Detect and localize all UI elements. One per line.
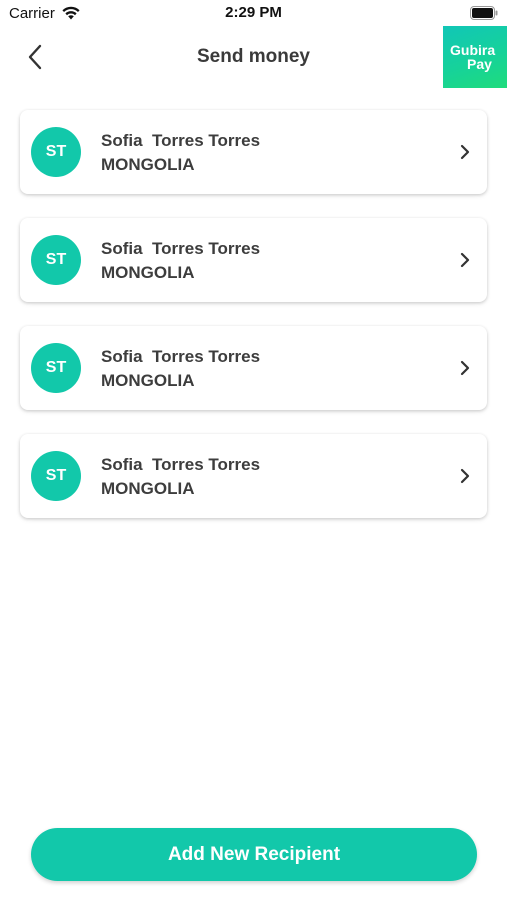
status-time: 2:29 PM xyxy=(225,4,282,21)
recipient-country: MONGOLIA xyxy=(101,371,195,390)
battery-icon xyxy=(470,6,498,20)
chevron-right-icon xyxy=(460,144,470,160)
chevron-right-icon xyxy=(460,468,470,484)
header: Send money Gubira Pay xyxy=(0,26,507,90)
avatar: ST xyxy=(31,127,81,177)
add-new-recipient-button[interactable]: Add New Recipient xyxy=(31,828,477,881)
recipient-name: Sofia Torres Torres xyxy=(101,347,261,366)
chevron-right-icon xyxy=(460,252,470,268)
recipient-list: ST Sofia Torres Torres MONGOLIA ST Sofia… xyxy=(20,110,487,542)
brand-logo-line1: Gubira xyxy=(450,42,496,58)
avatar: ST xyxy=(31,343,81,393)
chevron-right-icon xyxy=(460,360,470,376)
brand-logo-line2: Pay xyxy=(467,56,492,72)
status-bar: Carrier 2:29 PM xyxy=(0,0,507,28)
page-title: Send money xyxy=(197,46,310,67)
recipient-card[interactable]: ST Sofia Torres Torres MONGOLIA xyxy=(20,218,487,302)
recipient-name: Sofia Torres Torres xyxy=(101,455,261,474)
avatar: ST xyxy=(31,451,81,501)
recipient-card[interactable]: ST Sofia Torres Torres MONGOLIA xyxy=(20,434,487,518)
recipient-card[interactable]: ST Sofia Torres Torres MONGOLIA xyxy=(20,326,487,410)
recipient-name: Sofia Torres Torres xyxy=(101,131,261,150)
recipient-name: Sofia Torres Torres xyxy=(101,239,261,258)
recipient-country: MONGOLIA xyxy=(101,263,195,282)
recipient-country: MONGOLIA xyxy=(101,155,195,174)
avatar: ST xyxy=(31,235,81,285)
brand-logo: Gubira Pay xyxy=(443,26,507,88)
recipient-card[interactable]: ST Sofia Torres Torres MONGOLIA xyxy=(20,110,487,194)
recipient-country: MONGOLIA xyxy=(101,479,195,498)
